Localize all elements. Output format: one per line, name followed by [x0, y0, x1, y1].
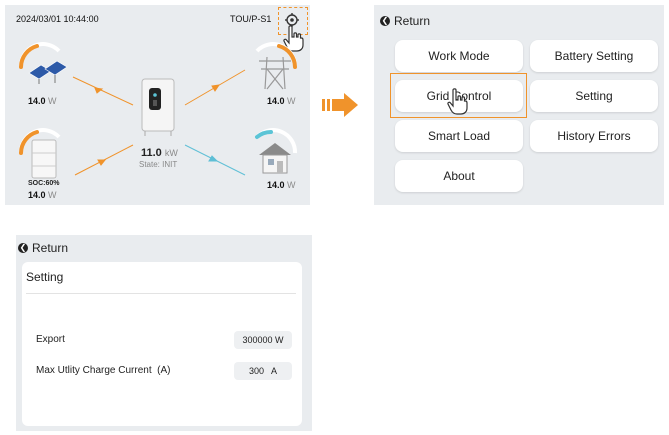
- export-label: Export: [36, 334, 65, 345]
- menu-screen: ❮ Return Work Mode Battery Setting Grid …: [374, 5, 664, 205]
- return-button[interactable]: ❮ Return: [380, 14, 430, 28]
- return-label: Return: [32, 241, 69, 255]
- return-label: Return: [394, 14, 431, 28]
- divider: [26, 293, 296, 294]
- history-errors-button[interactable]: History Errors: [530, 120, 658, 152]
- smart-load-button[interactable]: Smart Load: [395, 120, 523, 152]
- back-arrow-icon: ❮: [380, 16, 390, 26]
- dashboard-screen: 2024/03/01 10:44:00 TOU/P-S1 14.0 W 14.0…: [5, 5, 310, 205]
- hand-pointer-icon: [447, 88, 468, 115]
- return-button[interactable]: ❮ Return: [18, 241, 68, 255]
- max-utility-charge-label: Max Utlity Charge Current (A): [36, 365, 171, 376]
- setting-card: Setting Export 300000 W Max Utlity Charg…: [22, 262, 302, 426]
- page-title: Setting: [26, 270, 64, 284]
- work-mode-button[interactable]: Work Mode: [395, 40, 523, 72]
- about-button[interactable]: About: [395, 160, 523, 192]
- setting-button[interactable]: Setting: [530, 80, 658, 112]
- max-utility-charge-input[interactable]: 300 A: [234, 362, 292, 380]
- transition-arrow-icon: [322, 93, 358, 117]
- export-input[interactable]: 300000 W: [234, 331, 292, 349]
- setting-screen: ❮ Return Setting Export 300000 W Max Utl…: [16, 235, 312, 431]
- energy-flow-arrows: [72, 69, 246, 176]
- back-arrow-icon: ❮: [18, 243, 28, 253]
- battery-setting-button[interactable]: Battery Setting: [530, 40, 658, 72]
